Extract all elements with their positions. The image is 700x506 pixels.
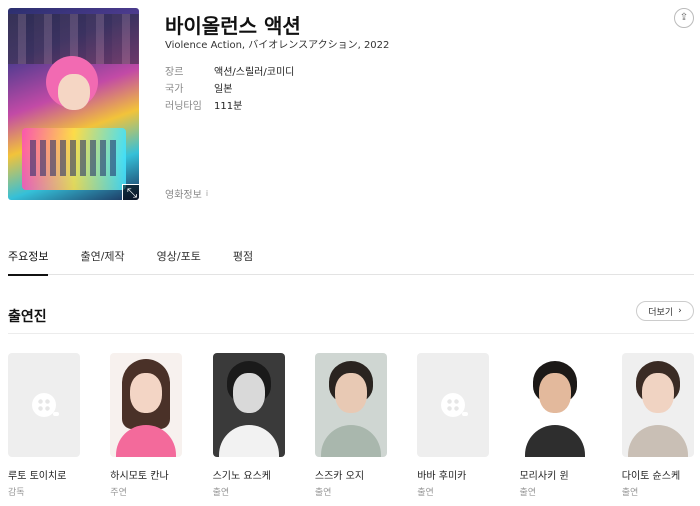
cast-photo xyxy=(519,353,592,457)
cast-photo-placeholder xyxy=(8,353,80,457)
cast-member[interactable]: 루토 토이치로 감독 xyxy=(8,353,80,498)
cast-name: 하시모토 칸나 xyxy=(110,471,169,482)
info-label: 러닝타임 xyxy=(165,101,202,112)
cast-name: 모리사키 윈 xyxy=(519,471,569,482)
cast-role: 감독 xyxy=(8,488,25,498)
more-label: 더보기 xyxy=(648,307,674,318)
divider xyxy=(8,333,694,334)
film-reel-icon xyxy=(441,393,469,417)
person-photo xyxy=(315,353,387,457)
info-row-runtime: 러닝타임 111분 xyxy=(165,96,294,113)
movie-info-link[interactable]: 영화정보 i xyxy=(165,186,208,201)
movie-poster[interactable]: ⤡ xyxy=(8,8,139,200)
info-label: 장르 xyxy=(165,67,184,78)
tab-ratings[interactable]: 평점 xyxy=(233,250,253,275)
more-button[interactable]: 더보기 › xyxy=(636,301,694,321)
cast-member[interactable]: 하시모토 칸나 주연 xyxy=(110,353,183,498)
cast-name: 바바 후미카 xyxy=(417,471,467,482)
cast-name: 스즈카 오지 xyxy=(314,471,365,482)
person-photo xyxy=(622,353,694,457)
chevron-right-icon: › xyxy=(678,306,682,316)
poster-face xyxy=(58,74,90,110)
cast-role: 주연 xyxy=(110,488,127,498)
info-row-genre: 장르 액션/스릴러/코미디 xyxy=(165,62,294,79)
cast-section-title: 출연진 xyxy=(8,309,47,325)
film-reel-icon xyxy=(32,393,59,417)
cast-role: 출연 xyxy=(314,488,332,498)
poster-title-lettering xyxy=(30,140,118,176)
cast-role: 출연 xyxy=(212,488,230,498)
cast-photo-placeholder xyxy=(417,353,490,457)
cast-list: 루토 토이치로 감독 하시모토 칸나 주연 스기노 요스케 출연 스즈카 오지 … xyxy=(8,353,700,498)
tab-main-info[interactable]: 주요정보 xyxy=(8,250,49,276)
share-button[interactable]: ⇪ xyxy=(674,8,694,28)
movie-info-label: 영화정보 xyxy=(165,190,202,201)
cast-name: 루토 토이치로 xyxy=(8,471,67,482)
cast-role: 출연 xyxy=(621,488,639,498)
info-value: 일본 xyxy=(214,84,233,95)
cast-member[interactable]: 다이토 슌스케 출연 xyxy=(621,353,694,498)
cast-member[interactable]: 스즈카 오지 출연 xyxy=(314,353,387,498)
movie-subtitle: Violence Action, バイオレンスアクション, 2022 xyxy=(165,40,390,51)
cast-name: 스기노 요스케 xyxy=(212,471,271,482)
info-value: 111분 xyxy=(214,101,243,112)
person-photo xyxy=(519,353,591,457)
cast-member[interactable]: 스기노 요스케 출연 xyxy=(212,353,285,498)
info-value: 액션/스릴러/코미디 xyxy=(214,67,295,78)
person-photo xyxy=(110,353,182,457)
info-label: 국가 xyxy=(165,84,184,95)
cast-photo xyxy=(212,353,285,457)
cast-member[interactable]: 모리사키 윈 출연 xyxy=(519,353,592,498)
movie-title: 바이올런스 액션 xyxy=(165,14,301,38)
tab-cast-production[interactable]: 출연/제작 xyxy=(80,250,124,275)
cast-photo xyxy=(314,353,387,457)
info-icon: i xyxy=(205,189,209,198)
cast-photo xyxy=(621,353,694,457)
cast-name: 다이토 슌스케 xyxy=(621,471,681,482)
info-row-country: 국가 일본 xyxy=(165,79,294,96)
tab-video-photo[interactable]: 영상/포토 xyxy=(157,250,201,275)
cast-photo xyxy=(110,353,183,457)
cast-member[interactable]: 바바 후미카 출연 xyxy=(417,353,490,498)
tab-bar: 주요정보 출연/제작 영상/포토 평점 xyxy=(8,250,694,276)
cast-role: 출연 xyxy=(519,488,537,498)
movie-info-table: 장르 액션/스릴러/코미디 국가 일본 러닝타임 111분 xyxy=(165,62,294,113)
cast-role: 출연 xyxy=(417,488,434,498)
expand-icon[interactable]: ⤡ xyxy=(122,184,139,200)
share-icon: ⇪ xyxy=(679,12,689,23)
person-photo xyxy=(213,353,285,457)
